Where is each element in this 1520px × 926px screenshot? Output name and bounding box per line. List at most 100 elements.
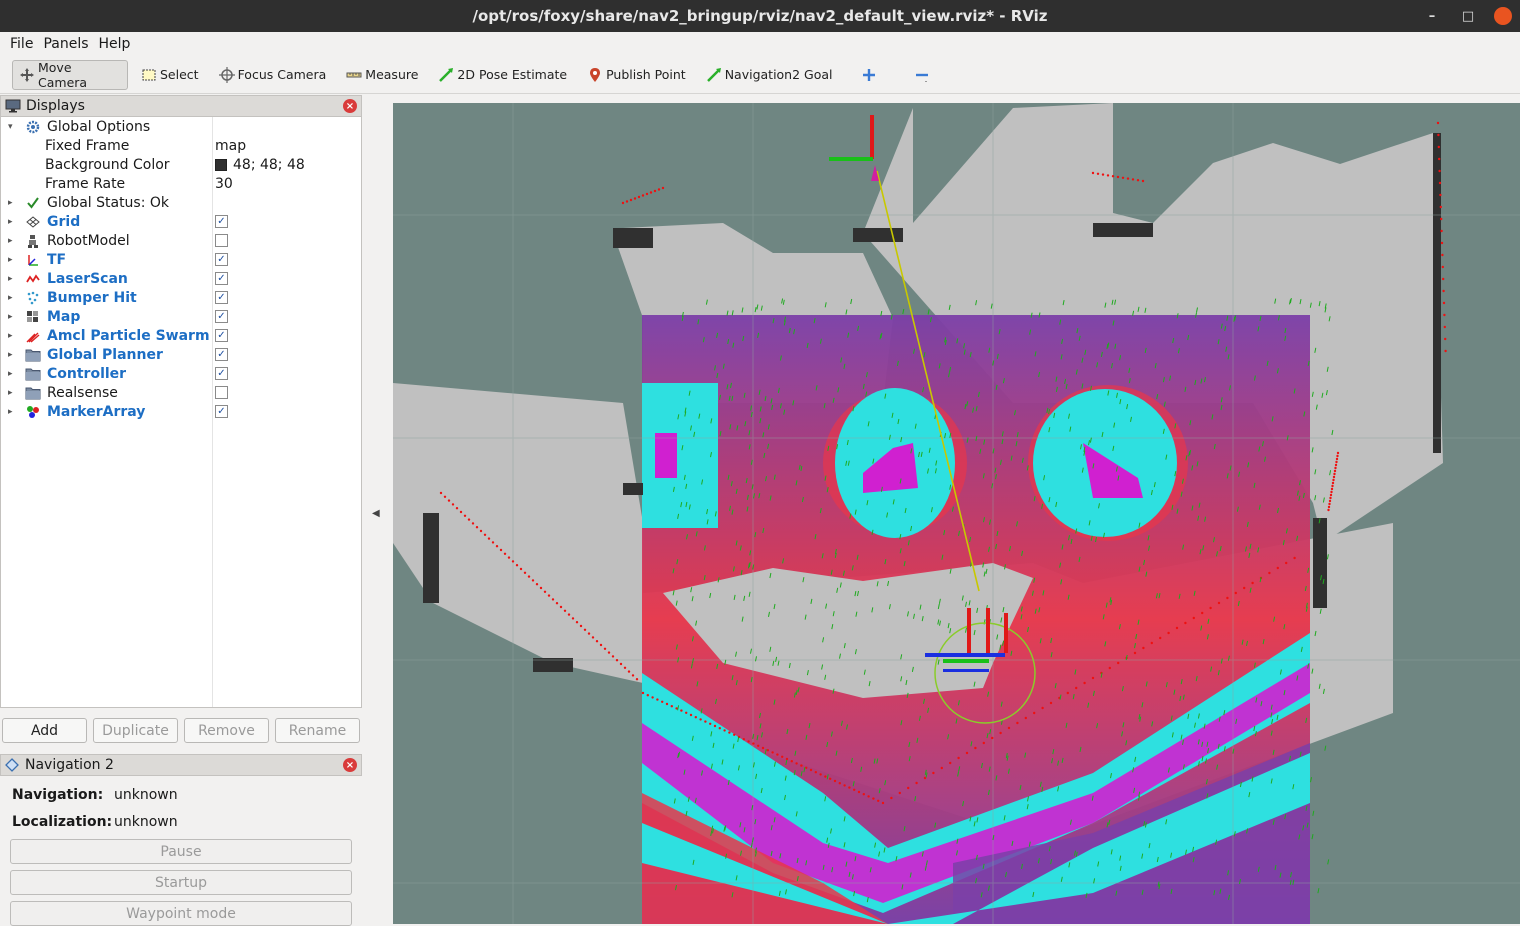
- fixed-frame-value[interactable]: map: [215, 138, 246, 154]
- tree-row-laserscan[interactable]: ▸ LaserScan ✓: [1, 269, 361, 288]
- checkbox[interactable]: ✓: [215, 405, 228, 418]
- render-viewport[interactable]: [393, 103, 1520, 924]
- tree-row-markerarray[interactable]: ▸ MarkerArray ✓: [1, 402, 361, 421]
- tree-row-global-planner[interactable]: ▸ Global Planner ✓: [1, 345, 361, 364]
- collapse-arrow-icon[interactable]: ▸: [8, 293, 16, 303]
- pause-button[interactable]: Pause: [10, 839, 352, 864]
- title-bar: /opt/ros/foxy/share/nav2_bringup/rviz/na…: [0, 0, 1520, 32]
- measure-button[interactable]: Measure: [339, 60, 425, 90]
- move-camera-icon: [19, 67, 35, 83]
- localization-status: Localization: unknown: [12, 814, 178, 830]
- display-label: Map: [47, 308, 81, 325]
- display-enabled-checkbox[interactable]: ✓: [215, 272, 228, 285]
- display-enabled-checkbox[interactable]: [215, 386, 228, 399]
- tree-row-bumper-hit[interactable]: ▸ Bumper Hit ✓: [1, 288, 361, 307]
- focus-camera-icon: [218, 66, 235, 83]
- tree-row-global-options[interactable]: ▾ Global Options: [1, 117, 361, 136]
- nav-goal-icon: [706, 67, 722, 83]
- displays-tree: ▾ Global Options Fixed Frame map Backgro…: [0, 117, 362, 708]
- collapse-arrow-icon[interactable]: ▸: [8, 388, 16, 398]
- collapse-arrow-icon[interactable]: ▸: [8, 255, 16, 265]
- check-icon: [25, 195, 41, 211]
- select-button[interactable]: Select: [134, 60, 206, 90]
- displays-panel-header: Displays ×: [0, 95, 362, 117]
- display-label: Grid: [47, 213, 81, 230]
- menu-panels[interactable]: Panels: [39, 36, 92, 52]
- checkbox[interactable]: [215, 234, 228, 247]
- tree-row-tf[interactable]: ▸ TF ✓: [1, 250, 361, 269]
- close-window-icon[interactable]: [1494, 7, 1512, 25]
- expand-arrow-icon[interactable]: ▾: [8, 122, 16, 132]
- startup-button[interactable]: Startup: [10, 870, 352, 895]
- navigation-status: Navigation: unknown: [12, 787, 178, 803]
- marker-array-icon: [25, 404, 41, 420]
- remove-tool-button[interactable]: [907, 60, 940, 90]
- tree-row-robotmodel[interactable]: ▸ RobotModel: [1, 231, 361, 250]
- move-camera-button[interactable]: Move Camera: [12, 59, 128, 90]
- tree-row-map[interactable]: ▸ Map ✓: [1, 307, 361, 326]
- checkbox[interactable]: ✓: [215, 310, 228, 323]
- maximize-icon[interactable]: □: [1450, 0, 1486, 32]
- display-enabled-checkbox[interactable]: ✓: [215, 348, 228, 361]
- checkbox[interactable]: ✓: [215, 367, 228, 380]
- publish-point-button[interactable]: Publish Point: [580, 60, 693, 90]
- background-color-value[interactable]: 48; 48; 48: [215, 157, 305, 173]
- collapse-arrow-icon[interactable]: ▸: [8, 312, 16, 322]
- tree-row-realsense[interactable]: ▸ Realsense: [1, 383, 361, 402]
- tree-row-frame-rate[interactable]: Frame Rate 30: [1, 174, 361, 193]
- display-enabled-checkbox[interactable]: ✓: [215, 367, 228, 380]
- checkbox[interactable]: [215, 386, 228, 399]
- focus-camera-button[interactable]: Focus Camera: [212, 60, 334, 90]
- display-enabled-checkbox[interactable]: ✓: [215, 215, 228, 228]
- collapse-arrow-icon[interactable]: ▸: [8, 350, 16, 360]
- collapse-arrow-icon[interactable]: ▸: [8, 369, 16, 379]
- duplicate-button[interactable]: Duplicate: [93, 718, 178, 743]
- close-navigation2-icon[interactable]: ×: [343, 758, 357, 772]
- laser-scan-icon: [25, 271, 41, 287]
- collapse-arrow-icon[interactable]: ▸: [8, 236, 16, 246]
- menu-help[interactable]: Help: [95, 36, 135, 52]
- tree-row-grid[interactable]: ▸ Grid ✓: [1, 212, 361, 231]
- waypoint-mode-button[interactable]: Waypoint mode: [10, 901, 352, 926]
- close-displays-icon[interactable]: ×: [343, 99, 357, 113]
- fixed-frame-label: Fixed Frame: [45, 137, 130, 154]
- display-enabled-checkbox[interactable]: ✓: [215, 405, 228, 418]
- display-enabled-checkbox[interactable]: [215, 234, 228, 247]
- tree-row-amcl-particle-swarm[interactable]: ▸ Amcl Particle Swarm ✓: [1, 326, 361, 345]
- tree-row-fixed-frame[interactable]: Fixed Frame map: [1, 136, 361, 155]
- display-enabled-checkbox[interactable]: ✓: [215, 291, 228, 304]
- checkbox[interactable]: ✓: [215, 291, 228, 304]
- nav-goal-button[interactable]: Navigation2 Goal: [699, 60, 840, 90]
- minimize-icon[interactable]: –: [1414, 0, 1450, 32]
- checkbox[interactable]: ✓: [215, 253, 228, 266]
- checkbox[interactable]: ✓: [215, 348, 228, 361]
- rename-button[interactable]: Rename: [275, 718, 360, 743]
- collapse-arrow-icon[interactable]: ▸: [8, 217, 16, 227]
- tree-row-background-color[interactable]: Background Color 48; 48; 48: [1, 155, 361, 174]
- tree-row-controller[interactable]: ▸ Controller ✓: [1, 364, 361, 383]
- add-tool-button[interactable]: [854, 60, 887, 90]
- tree-row-global-status[interactable]: ▸ Global Status: Ok: [1, 193, 361, 212]
- checkbox[interactable]: ✓: [215, 215, 228, 228]
- add-button[interactable]: Add: [2, 718, 87, 743]
- collapse-arrow-icon[interactable]: ▸: [8, 198, 16, 208]
- display-label: MarkerArray: [47, 403, 146, 420]
- pose-estimate-button[interactable]: 2D Pose Estimate: [431, 60, 574, 90]
- navigation2-title: Navigation 2: [25, 757, 114, 773]
- frame-rate-value[interactable]: 30: [215, 176, 233, 192]
- pose-estimate-icon: [438, 67, 454, 83]
- checkbox[interactable]: ✓: [215, 272, 228, 285]
- collapse-arrow-icon[interactable]: ▸: [8, 274, 16, 284]
- collapse-arrow-icon[interactable]: ▸: [8, 407, 16, 417]
- remove-button[interactable]: Remove: [184, 718, 269, 743]
- monitor-icon: [5, 99, 21, 113]
- display-enabled-checkbox[interactable]: ✓: [215, 310, 228, 323]
- nav-goal-label: Navigation2 Goal: [724, 67, 833, 82]
- collapse-panel-arrow-icon[interactable]: ◀: [372, 508, 380, 519]
- display-enabled-checkbox[interactable]: ✓: [215, 253, 228, 266]
- collapse-arrow-icon[interactable]: ▸: [8, 331, 16, 341]
- checkbox[interactable]: ✓: [215, 329, 228, 342]
- frame-rate-label: Frame Rate: [45, 175, 126, 192]
- display-enabled-checkbox[interactable]: ✓: [215, 329, 228, 342]
- menu-file[interactable]: File: [6, 36, 37, 52]
